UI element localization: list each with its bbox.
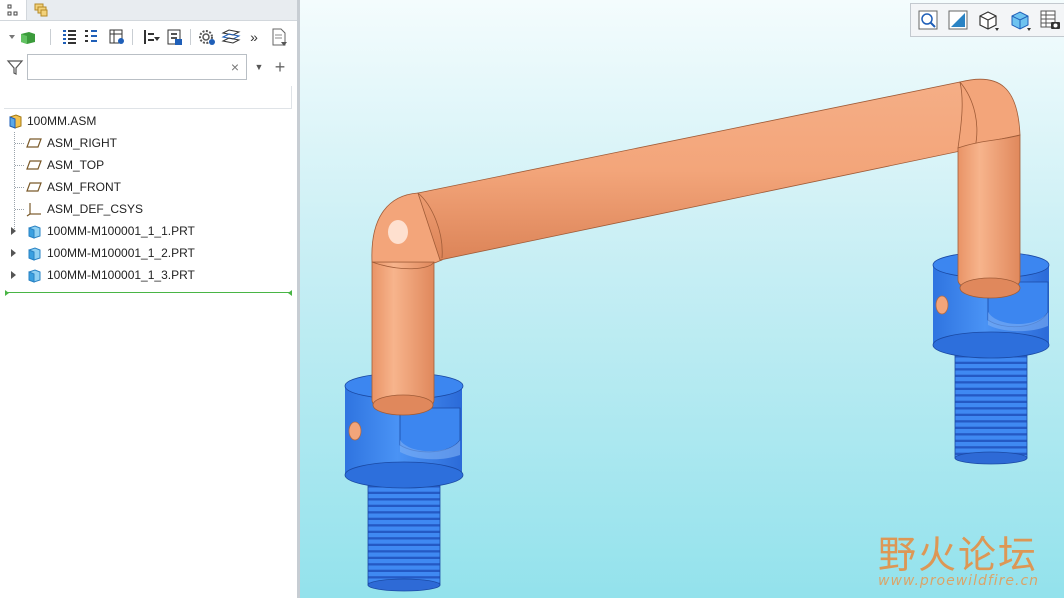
zoom-window-button[interactable] — [947, 9, 969, 31]
tree-columns-icon — [63, 30, 76, 44]
saved-views-button[interactable] — [1009, 9, 1031, 31]
datum-plane-icon — [26, 182, 42, 192]
handle-pipe[interactable] — [371, 78, 1021, 416]
tree-filters-icon — [85, 30, 97, 42]
part-icon — [28, 269, 41, 283]
funnel-icon[interactable] — [6, 58, 24, 76]
forum-watermark: 野火论坛 www.proewildfire.cn — [878, 518, 1062, 592]
display-style-button[interactable] — [977, 9, 999, 31]
gear-icon — [199, 30, 215, 45]
tree-item-label: 100MM-M100001_1_1.PRT — [47, 224, 195, 238]
tree-root-row[interactable]: 100MM.ASM — [0, 110, 297, 132]
tree-item-part-2[interactable]: 100MM-M100001_1_2.PRT — [0, 242, 297, 264]
layers-button[interactable] — [220, 26, 242, 48]
tree-item-label: 100MM-M100001_1_2.PRT — [47, 246, 195, 260]
layers-icon — [221, 29, 241, 44]
saved-views-icon — [1011, 11, 1031, 31]
more-button[interactable]: » — [246, 26, 262, 48]
display-style-icon — [979, 11, 999, 31]
tree-item-part-1[interactable]: 100MM-M100001_1_1.PRT — [0, 220, 297, 242]
model-tree-tab-icon — [7, 4, 18, 16]
graphics-window[interactable]: 野火论坛 www.proewildfire.cn — [300, 0, 1064, 598]
view-manager-icon — [1040, 10, 1060, 29]
tree-item-asm-def-csys[interactable]: ASM_DEF_CSYS — [0, 198, 297, 220]
watermark-title: 野火论坛 — [878, 533, 1039, 577]
refit-zoom-icon — [918, 10, 938, 30]
gear-button[interactable] — [196, 26, 218, 48]
tree-item-label: ASM_TOP — [47, 158, 105, 172]
model-tree-panel: » × ▼ + 100MM.ASM ASM_RIGHT ASM_TOP ASM_… — [0, 0, 297, 598]
add-icon[interactable]: + — [272, 56, 288, 78]
tree-item-asm-top[interactable]: ASM_TOP — [0, 154, 297, 176]
part-icon — [28, 247, 41, 261]
view-manager-button[interactable] — [1039, 9, 1061, 31]
close-icon[interactable]: × — [228, 58, 242, 76]
settings-table-icon — [109, 29, 124, 44]
search-box: × — [27, 54, 247, 80]
filter-dropdown-icon — [144, 30, 160, 44]
search-row: × ▼ + — [0, 54, 297, 82]
tree-settings-button[interactable] — [164, 26, 186, 48]
assembly-icon — [9, 114, 22, 129]
model-tree-toolbar: » — [0, 22, 297, 52]
search-input[interactable] — [32, 57, 232, 79]
tree-item-asm-front[interactable]: ASM_FRONT — [0, 176, 297, 198]
tab-model-tree[interactable] — [0, 0, 27, 20]
panel-tab-strip — [0, 0, 297, 21]
tree-filters-button[interactable] — [80, 26, 102, 48]
more-icon: » — [250, 29, 258, 45]
layers-tab-icon — [34, 3, 48, 17]
csys-icon — [26, 203, 41, 217]
expand-arrow-icon[interactable] — [11, 271, 16, 279]
watermark-url: www.proewildfire.cn — [878, 573, 1040, 589]
expand-arrow-icon[interactable] — [11, 249, 16, 257]
show-icon — [9, 32, 35, 44]
notes-button[interactable] — [268, 26, 290, 48]
show-button[interactable] — [4, 26, 40, 48]
filter-dropdown-button[interactable] — [140, 26, 162, 48]
tree-item-asm-right[interactable]: ASM_RIGHT — [0, 132, 297, 154]
refit-zoom-button[interactable] — [917, 9, 939, 31]
assembly-model[interactable] — [300, 0, 1064, 598]
graphics-toolbar — [910, 3, 1064, 37]
datum-plane-icon — [26, 160, 42, 170]
tree-root-label: 100MM.ASM — [27, 114, 97, 128]
tree-item-label: ASM_FRONT — [47, 180, 122, 194]
tree-item-label: ASM_RIGHT — [47, 136, 118, 150]
datum-plane-icon — [26, 138, 42, 148]
tree-item-label: ASM_DEF_CSYS — [47, 202, 144, 216]
chevron-down-icon[interactable]: ▼ — [252, 58, 266, 76]
expand-arrow-icon[interactable] — [11, 227, 16, 235]
tree-columns-button[interactable] — [58, 26, 80, 48]
settings-table-button[interactable] — [106, 26, 128, 48]
insert-here-indicator[interactable] — [5, 290, 292, 296]
notes-icon — [272, 28, 287, 46]
tree-item-part-3[interactable]: 100MM-M100001_1_3.PRT — [0, 264, 297, 286]
part-icon — [28, 225, 41, 239]
tree-item-label: 100MM-M100001_1_3.PRT — [47, 268, 195, 282]
tab-layers[interactable] — [28, 0, 54, 20]
zoom-window-icon — [948, 10, 968, 30]
tree-header-row — [4, 86, 292, 109]
tree-settings-icon — [167, 29, 182, 45]
